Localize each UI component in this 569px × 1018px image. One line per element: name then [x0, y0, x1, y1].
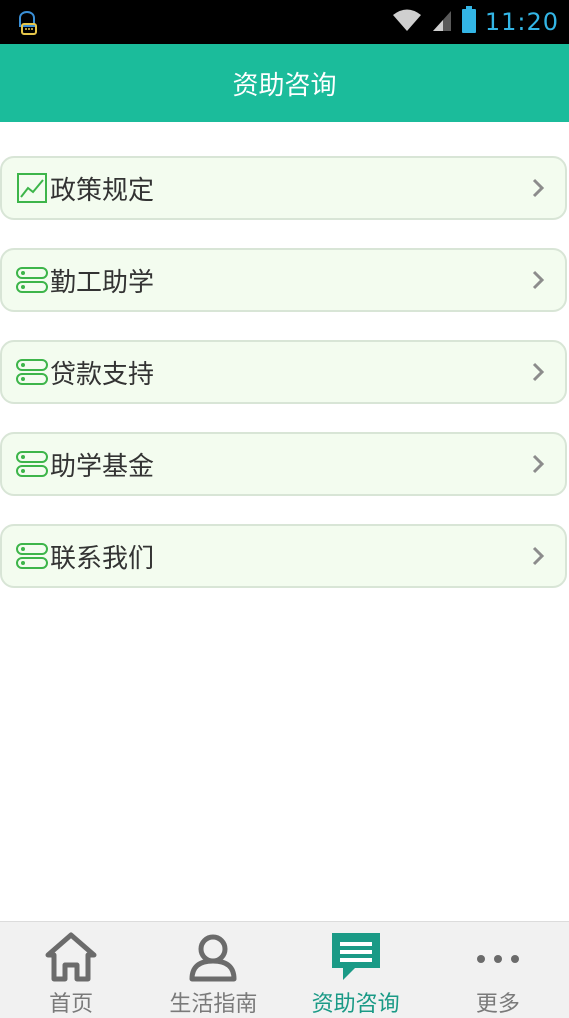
status-clock: 11:20	[484, 8, 559, 36]
menu-item-loan-support[interactable]: 贷款支持	[0, 340, 567, 404]
notification-app-icon	[14, 4, 40, 40]
chat-icon	[328, 930, 384, 984]
chevron-right-icon	[529, 175, 547, 201]
tab-label: 更多	[475, 992, 520, 1017]
menu-item-work-study[interactable]: 勤工助学	[0, 248, 567, 312]
tab-life-guide[interactable]: 生活指南	[142, 922, 284, 1018]
menu-item-label: 勤工助学	[50, 267, 155, 298]
menu-item-label: 政策规定	[50, 175, 155, 206]
wifi-icon	[391, 7, 423, 37]
menu-item-label: 联系我们	[50, 543, 155, 574]
chevron-right-icon	[529, 543, 547, 569]
menu-item-contact-us[interactable]: 联系我们	[0, 524, 567, 588]
chevron-right-icon	[529, 359, 547, 385]
tab-home[interactable]: 首页	[0, 922, 142, 1018]
status-left	[14, 4, 40, 40]
tab-label: 首页	[49, 992, 94, 1017]
toggle-list-icon	[16, 448, 48, 480]
home-icon	[43, 930, 99, 984]
chart-line-icon	[16, 172, 48, 204]
toggle-list-icon	[16, 356, 48, 388]
chevron-right-icon	[529, 451, 547, 477]
menu-item-aid-fund[interactable]: 助学基金	[0, 432, 567, 496]
more-icon	[470, 930, 526, 984]
user-icon	[185, 930, 241, 984]
tab-aid-consult[interactable]: 资助咨询	[285, 922, 427, 1018]
tab-label: 生活指南	[169, 992, 258, 1017]
bottom-tab-bar: 首页 生活指南 资助咨询 更多	[0, 921, 569, 1018]
menu-item-policy[interactable]: 政策规定	[0, 156, 567, 220]
menu-item-label: 贷款支持	[50, 359, 155, 390]
title-bar: 资助咨询	[0, 44, 569, 122]
toggle-list-icon	[16, 264, 48, 296]
status-bar: 11:20	[0, 0, 569, 44]
status-right: 11:20	[391, 6, 559, 38]
toggle-list-icon	[16, 540, 48, 572]
signal-icon	[431, 7, 453, 37]
tab-label: 资助咨询	[311, 992, 400, 1017]
page-title: 资助咨询	[232, 70, 337, 101]
chevron-right-icon	[529, 267, 547, 293]
battery-icon	[461, 6, 477, 38]
tab-more[interactable]: 更多	[427, 922, 569, 1018]
menu-item-label: 助学基金	[50, 451, 155, 482]
